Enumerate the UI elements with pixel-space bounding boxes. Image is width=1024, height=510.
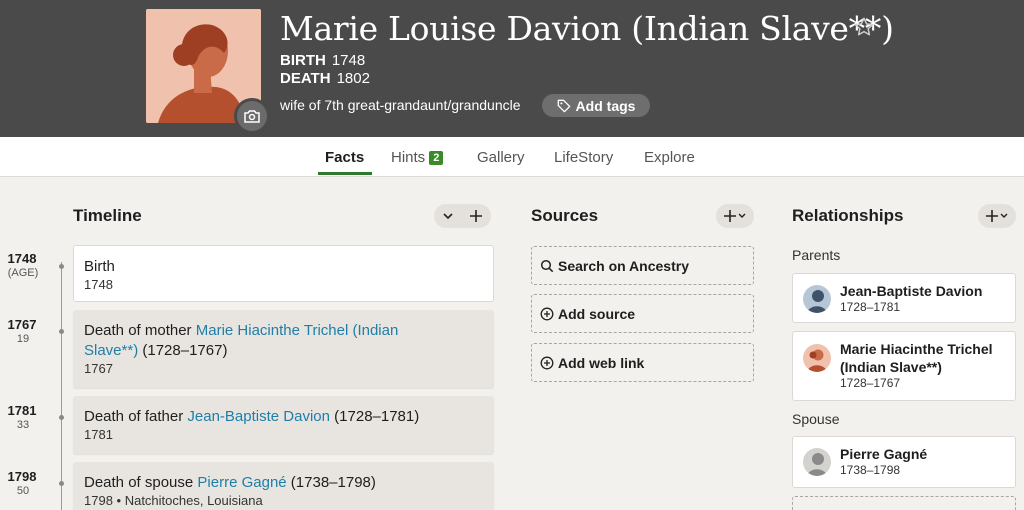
- profile-tabs: Facts Hints 2 Gallery LifeStory Explore: [0, 137, 1024, 177]
- death-year: 1802: [336, 70, 370, 87]
- spouse-dates: 1738–1798: [840, 463, 901, 477]
- event-detail: 1781: [84, 427, 113, 442]
- add-event-plus-icon[interactable]: [469, 209, 483, 223]
- birth-year: 1748: [331, 52, 366, 69]
- add-source-button[interactable]: Add source: [531, 294, 754, 333]
- tab-explore[interactable]: Explore: [644, 149, 695, 166]
- add-tags-label: Add tags: [575, 97, 636, 114]
- timeline-axis: [61, 262, 62, 510]
- parent-dates: 1728–1767: [840, 376, 901, 390]
- spouse-name: Pierre Gagné: [840, 446, 928, 462]
- timeline-title: Timeline: [73, 206, 142, 225]
- timeline-age: 50: [16, 485, 30, 497]
- relationships-title: Relationships: [792, 206, 904, 225]
- timeline-dot: [59, 329, 64, 334]
- timeline-year: 1798: [7, 469, 37, 484]
- person-avatar-icon: [803, 448, 831, 476]
- sources-add-menu-button[interactable]: [716, 204, 754, 228]
- tag-icon: [557, 99, 570, 112]
- timeline-event-birth[interactable]: Birth 1748: [73, 245, 494, 302]
- timeline-age: 19: [16, 333, 30, 345]
- camera-icon: [244, 110, 260, 123]
- birth-label: BIRTH: [280, 52, 326, 69]
- plus-circle-icon: [540, 307, 554, 320]
- spouse-label: Spouse: [792, 411, 840, 427]
- spouse-link[interactable]: Pierre Gagné: [197, 474, 286, 491]
- male-avatar-icon: [803, 285, 831, 313]
- add-source-label: Add source: [558, 305, 636, 322]
- timeline-dot: [59, 264, 64, 269]
- event-suffix: (1728–1781): [330, 408, 420, 425]
- timeline-dot: [59, 415, 64, 420]
- death-label: DEATH: [280, 70, 331, 87]
- timeline-event-death-of-mother[interactable]: Death of mother Marie Hiacinthe Trichel …: [73, 310, 494, 388]
- parent-card-father[interactable]: Jean-Baptiste Davion 1728–1781: [792, 273, 1016, 323]
- event-suffix: (1728–1767): [138, 342, 228, 359]
- search-on-ancestry-label: Search on Ancestry: [558, 257, 689, 274]
- parent-name: Jean-Baptiste Davion: [840, 283, 983, 299]
- relationship-text: wife of 7th great-grandaunt/granduncle: [280, 97, 521, 113]
- event-title: Death of mother Marie Hiacinthe Trichel …: [84, 321, 434, 361]
- event-title: Death of father Jean-Baptiste Davion (17…: [84, 407, 483, 427]
- parents-label: Parents: [792, 247, 841, 263]
- event-prefix: Death of mother: [84, 322, 196, 339]
- tab-hints-label: Hints: [391, 149, 426, 166]
- search-icon: [540, 259, 554, 272]
- plus-chevron-icon: [724, 210, 746, 222]
- event-title: Death of spouse Pierre Gagné (1738–1798): [84, 473, 483, 493]
- timeline-event-death-of-spouse[interactable]: Death of spouse Pierre Gagné (1738–1798)…: [73, 462, 494, 510]
- person-name: Marie Louise Davion (Indian Slave**): [280, 9, 894, 48]
- timeline-year: 1748: [7, 251, 37, 266]
- parent-dates: 1728–1781: [840, 300, 901, 314]
- tab-gallery[interactable]: Gallery: [477, 149, 525, 166]
- plus-circle-icon: [540, 356, 554, 369]
- timeline-dot: [59, 481, 64, 486]
- timeline-controls: [434, 204, 491, 228]
- tab-hints[interactable]: Hints 2: [391, 149, 444, 166]
- active-tab-indicator: [318, 172, 372, 175]
- add-web-link-button[interactable]: Add web link: [531, 343, 754, 382]
- female-avatar-icon: [803, 344, 831, 372]
- tab-lifestory[interactable]: LifeStory: [554, 149, 613, 166]
- chevron-down-icon[interactable]: [442, 210, 454, 222]
- event-detail: 1748: [84, 277, 113, 292]
- add-relationship-button[interactable]: [792, 496, 1016, 510]
- tab-facts[interactable]: Facts: [325, 149, 364, 166]
- parent-name: Marie Hiacinthe Trichel (Indian Slave**): [840, 341, 993, 375]
- hints-count-badge: 2: [429, 151, 444, 165]
- death-info: DEATH 1802: [280, 70, 370, 87]
- parent-card-mother[interactable]: Marie Hiacinthe Trichel (Indian Slave**)…: [792, 331, 1016, 401]
- event-suffix: (1738–1798): [286, 474, 376, 491]
- add-web-link-label: Add web link: [558, 354, 645, 371]
- timeline-year: 1781: [7, 403, 37, 418]
- birth-info: BIRTH 1748: [280, 52, 365, 69]
- favorite-star-icon[interactable]: [853, 16, 875, 43]
- timeline-age: 33: [16, 419, 30, 431]
- father-link[interactable]: Jean-Baptiste Davion: [187, 408, 330, 425]
- timeline-event-death-of-father[interactable]: Death of father Jean-Baptiste Davion (17…: [73, 396, 494, 454]
- person-header: Marie Louise Davion (Indian Slave**) BIR…: [0, 0, 1024, 137]
- event-prefix: Death of spouse: [84, 474, 198, 491]
- event-prefix: Death of father: [84, 408, 188, 425]
- plus-chevron-icon: [986, 210, 1008, 222]
- sources-title: Sources: [531, 206, 599, 225]
- timeline-age: (AGE): [7, 267, 39, 279]
- timeline-year: 1767: [7, 317, 37, 332]
- change-photo-button[interactable]: [234, 98, 270, 134]
- event-title: Birth: [84, 258, 115, 275]
- add-tags-button[interactable]: Add tags: [542, 94, 650, 117]
- event-detail: 1798 • Natchitoches, Louisiana: [84, 493, 263, 508]
- relationships-add-menu-button[interactable]: [978, 204, 1016, 228]
- spouse-card[interactable]: Pierre Gagné 1738–1798: [792, 436, 1016, 488]
- event-detail: 1767: [84, 361, 113, 376]
- search-on-ancestry-button[interactable]: Search on Ancestry: [531, 246, 754, 285]
